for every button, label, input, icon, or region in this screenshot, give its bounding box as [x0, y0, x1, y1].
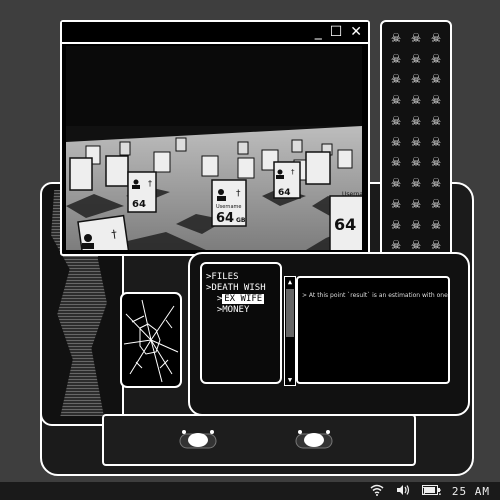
skull-icon: ☠ [391, 110, 401, 129]
menu-item-label: EX WIFE [222, 294, 265, 304]
menu-item-death-wish[interactable]: >DEATH WISH [206, 283, 280, 294]
skull-icon: ☠ [431, 214, 441, 233]
file-menu: >FILES >DEATH WISH > EX WIFE >MONEY [200, 262, 282, 384]
graveyard-window: _ ☐ ✕ † † † † 64 64 64 64 GB Userna User… [60, 20, 370, 256]
skull-icon: ☠ [391, 131, 401, 150]
menu-item-money[interactable]: >MONEY [206, 305, 280, 316]
scroll-down-icon[interactable]: ▼ [285, 375, 295, 385]
scroll-up-icon[interactable]: ▲ [285, 277, 295, 287]
skull-icon: ☠ [431, 90, 441, 109]
svg-text:†: † [148, 179, 152, 188]
output-scrollbar[interactable]: ▲ ▼ [284, 276, 296, 386]
svg-text:†: † [291, 168, 295, 176]
svg-text:64: 64 [334, 215, 356, 234]
svg-text:64: 64 [216, 211, 234, 226]
skull-icon: ☠ [431, 131, 441, 150]
skull-icon: ☠ [411, 48, 421, 67]
skull-grid: ☠ ☠ ☠ ☠ ☠ ☠ ☠ ☠ ☠ ☠ ☠ ☠ ☠ ☠ ☠ ☠ ☠ ☠ ☠ ☠ ☠ ☠ ☠ ☠ ☠ ☠ ☠ ☠ ☠ ☠ ☠ ☠ ☠ [386, 28, 446, 254]
skull-icon: ☠ [411, 214, 421, 233]
skull-icon: ☠ [431, 69, 441, 88]
volume-icon[interactable] [396, 484, 410, 496]
skull-icon: ☠ [411, 193, 421, 212]
menu-item-label: DEATH WISH [211, 283, 266, 293]
skull-icon: ☠ [391, 214, 401, 233]
skull-icon: ☠ [411, 90, 421, 109]
svg-text:†: † [236, 189, 241, 199]
skull-icon: ☠ [411, 131, 421, 150]
skull-icon: ☠ [431, 193, 441, 212]
skull-panel: ☠ ☠ ☠ ☠ ☠ ☠ ☠ ☠ ☠ ☠ ☠ ☠ ☠ ☠ ☠ ☠ ☠ ☠ ☠ ☠ ☠ ☠ ☠ ☠ ☠ ☠ ☠ ☠ ☠ ☠ ☠ ☠ ☠ [380, 20, 452, 262]
skull-icon: ☠ [391, 90, 401, 109]
scroll-thumb[interactable] [286, 289, 294, 337]
svg-text:Username: Username [216, 204, 242, 210]
minimize-button[interactable]: _ [315, 24, 322, 40]
output-text: > At this point `result` is an estimatio… [302, 292, 448, 299]
maximize-button[interactable]: ☐ [330, 24, 343, 40]
skull-icon: ☠ [431, 28, 441, 46]
skull-icon: ☠ [411, 173, 421, 192]
skull-icon: ☠ [391, 28, 401, 46]
skull-icon: ☠ [411, 28, 421, 46]
cracked-screen [120, 292, 182, 388]
skull-icon: ☠ [431, 48, 441, 67]
skull-icon: ☠ [411, 69, 421, 88]
skull-icon: ☠ [411, 110, 421, 129]
window-controls: _ ☐ ✕ [315, 24, 362, 40]
left-knob-icon[interactable] [178, 428, 218, 452]
skull-icon: ☠ [411, 152, 421, 171]
svg-text:64: 64 [278, 188, 291, 198]
skull-icon: ☠ [391, 152, 401, 171]
skull-icon: ☠ [431, 152, 441, 171]
window-titlebar[interactable]: _ ☐ ✕ [62, 22, 368, 44]
right-knob-icon[interactable] [294, 428, 334, 452]
skull-icon: ☠ [391, 69, 401, 88]
skull-icon: ☠ [391, 173, 401, 192]
menu-item-label: MONEY [222, 305, 250, 315]
close-button[interactable]: ✕ [350, 24, 362, 40]
skull-icon: ☠ [431, 110, 441, 129]
bottom-tray [102, 414, 416, 466]
skull-icon: ☠ [431, 173, 441, 192]
menu-item-label: FILES [211, 272, 239, 282]
graveyard-illustration: † † † † 64 64 64 64 GB Username Username [66, 46, 362, 250]
output-text-box: > At this point `result` is an estimatio… [296, 276, 450, 384]
wifi-icon[interactable] [370, 484, 384, 496]
taskbar: 7 : 25 AM [0, 482, 500, 500]
skull-icon: ☠ [391, 193, 401, 212]
clock[interactable]: 7 : 25 AM [421, 485, 490, 498]
menu-item-ex-wife[interactable]: > EX WIFE [206, 294, 280, 305]
skull-icon: ☠ [391, 48, 401, 67]
menu-item-files[interactable]: >FILES [206, 272, 280, 283]
svg-text:GB: GB [236, 217, 246, 224]
crack-icon [123, 299, 179, 383]
grave-size-label: 64 [132, 199, 146, 210]
graveyard-scene: † † † † 64 64 64 64 GB Username Username [66, 46, 362, 250]
svg-text:Username: Username [342, 191, 362, 198]
